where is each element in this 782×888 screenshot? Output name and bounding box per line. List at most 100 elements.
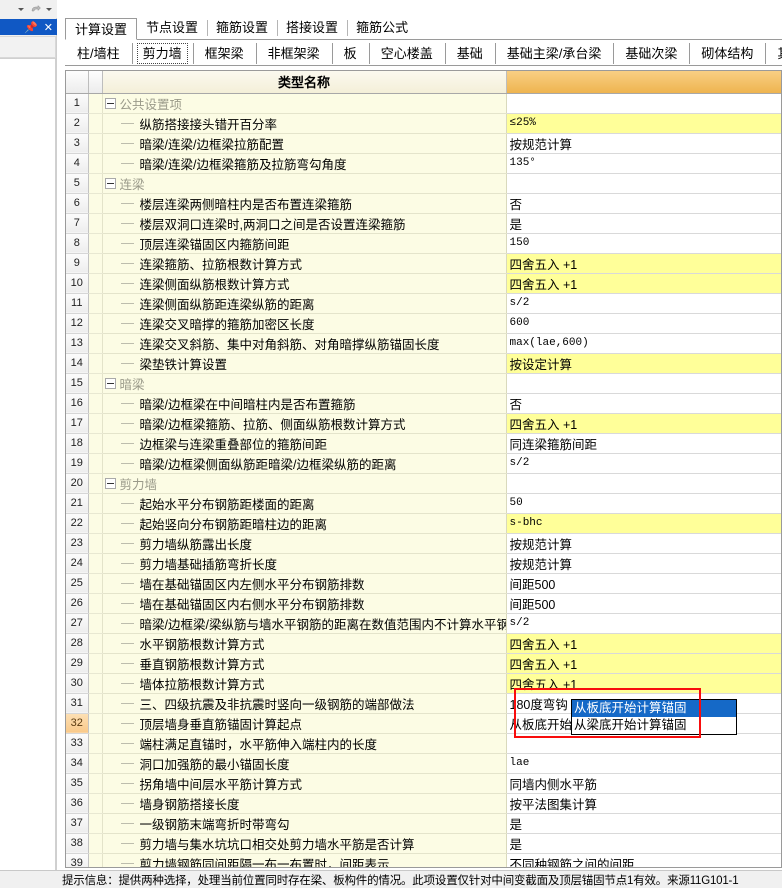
row-label-cell[interactable]: 连梁侧面纵筋距连梁纵筋的距离 [102, 293, 507, 314]
row-label-cell[interactable]: 顶层墙身垂直筋锚固计算起点 [102, 713, 507, 734]
tab-secondary-7[interactable]: 基础主梁/承台梁 [494, 41, 614, 66]
row-label-cell[interactable]: 剪力墙纵筋露出长度 [102, 533, 507, 554]
row-number[interactable]: 27 [66, 613, 89, 634]
row-label-cell[interactable]: 连梁 [102, 173, 507, 194]
row-number[interactable]: 12 [66, 313, 89, 334]
table-row[interactable]: 28 水平钢筋根数计算方式 四舍五入 +1 [66, 633, 781, 654]
row-label-cell[interactable]: 墙在基础锚固区内左侧水平分布钢筋排数 [102, 573, 507, 594]
table-row[interactable]: 6 楼层连梁两侧暗柱内是否布置连梁箍筋 否 [66, 193, 781, 214]
setting-value-cell[interactable]: 不同种钢筋之间的间距 [506, 853, 781, 867]
row-number[interactable]: 31 [66, 693, 89, 714]
row-number[interactable]: 23 [66, 533, 89, 554]
setting-value-cell[interactable]: 间距500 [506, 573, 781, 594]
table-row[interactable]: 9 连梁箍筋、拉筋根数计算方式 四舍五入 +1 [66, 253, 781, 274]
table-row[interactable]: 33 端柱满足直锚时，水平筋伸入端柱内的长度 [66, 733, 781, 754]
setting-value-cell[interactable]: 是 [506, 833, 781, 854]
table-row[interactable]: 7 楼层双洞口连梁时,两洞口之间是否设置连梁箍筋 是 [66, 213, 781, 234]
table-row[interactable]: 22 起始竖向分布钢筋距暗柱边的距离 s-bhc [66, 513, 781, 534]
row-label-cell[interactable]: 公共设置项 [102, 93, 507, 114]
table-row[interactable]: 37 一级钢筋末端弯折时带弯勾 是 [66, 813, 781, 834]
table-row[interactable]: 36 墙身钢筋搭接长度 按平法图集计算 [66, 793, 781, 814]
row-label-cell[interactable]: 连梁侧面纵筋根数计算方式 [102, 273, 507, 294]
tab-secondary-8[interactable]: 基础次梁 [613, 41, 689, 66]
setting-value-cell[interactable] [506, 373, 781, 394]
row-number[interactable]: 9 [66, 253, 89, 274]
setting-value-cell[interactable]: s-bhc [506, 513, 781, 534]
tab-primary-3[interactable]: 搭接设置 [277, 17, 347, 39]
row-number[interactable]: 4 [66, 153, 89, 174]
row-number[interactable]: 38 [66, 833, 89, 854]
row-label-cell[interactable]: 剪力墙与集水坑坑口相交处剪力墙水平筋是否计算 [102, 833, 507, 854]
setting-value-cell[interactable]: 135° [506, 153, 781, 174]
row-number[interactable]: 5 [66, 173, 89, 194]
row-label-cell[interactable]: 剪力墙 [102, 473, 507, 494]
row-number[interactable]: 15 [66, 373, 89, 394]
setting-value-cell[interactable]: 四舍五入 +1 [506, 653, 781, 674]
table-row[interactable]: 14 梁垫铁计算设置 按设定计算 [66, 353, 781, 374]
dropdown-option[interactable]: 从板底开始计算锚固 [572, 700, 736, 717]
row-number[interactable]: 1 [66, 93, 89, 114]
row-label-cell[interactable]: 起始水平分布钢筋距楼面的距离 [102, 493, 507, 514]
row-label-cell[interactable]: 暗梁/连梁/边框梁拉筋配置 [102, 133, 507, 154]
table-row[interactable]: 20 剪力墙 [66, 473, 781, 494]
setting-value-cell[interactable]: 同连梁箍筋间距 [506, 433, 781, 454]
row-label-cell[interactable]: 暗梁/边框梁箍筋、拉筋、侧面纵筋根数计算方式 [102, 413, 507, 434]
row-label-cell[interactable]: 三、四级抗震及非抗震时竖向一级钢筋的端部做法 [102, 693, 507, 714]
tab-secondary-4[interactable]: 板 [331, 41, 369, 66]
row-label-cell[interactable]: 暗梁/边框梁/梁纵筋与墙水平钢筋的距离在数值范围内不计算水平钢 [102, 613, 507, 634]
row-number[interactable]: 35 [66, 773, 89, 794]
row-number[interactable]: 14 [66, 353, 89, 374]
row-label-cell[interactable]: 连梁交叉斜筋、集中对角斜筋、对角暗撑纵筋锚固长度 [102, 333, 507, 354]
header-value[interactable] [506, 71, 781, 94]
row-label-cell[interactable]: 连梁交叉暗撑的箍筋加密区长度 [102, 313, 507, 334]
table-row[interactable]: 35 拐角墙中间层水平筋计算方式 同墙内侧水平筋 [66, 773, 781, 794]
row-number[interactable]: 3 [66, 133, 89, 154]
table-row[interactable]: 39 剪力墙钢筋同间距隔一布一布置时，间距表示 不同种钢筋之间的间距 [66, 853, 781, 867]
table-row[interactable]: 21 起始水平分布钢筋距楼面的距离 50 [66, 493, 781, 514]
row-number[interactable]: 26 [66, 593, 89, 614]
row-number[interactable]: 8 [66, 233, 89, 254]
row-number[interactable]: 28 [66, 633, 89, 654]
chevron-down-icon-2[interactable] [44, 4, 55, 15]
tab-secondary-5[interactable]: 空心楼盖 [368, 41, 445, 66]
tab-secondary-9[interactable]: 砌体结构 [689, 41, 765, 66]
anchor-start-dropdown-list[interactable]: 从板底开始计算锚固 从梁底开始计算锚固 [571, 699, 737, 735]
tab-primary-0[interactable]: 计算设置 [65, 18, 138, 40]
table-row[interactable]: 12 连梁交叉暗撑的箍筋加密区长度 600 [66, 313, 781, 334]
setting-value-cell[interactable]: 四舍五入 +1 [506, 253, 781, 274]
row-label-cell[interactable]: 垂直钢筋根数计算方式 [102, 653, 507, 674]
setting-value-cell[interactable]: s/2 [506, 453, 781, 474]
collapse-toggle-icon[interactable] [104, 377, 116, 389]
row-label-cell[interactable]: 端柱满足直锚时，水平筋伸入端柱内的长度 [102, 733, 507, 754]
tab-secondary-0[interactable]: 柱/墙柱 [65, 41, 132, 66]
redo-icon[interactable] [30, 4, 41, 15]
table-row[interactable]: 1 公共设置项 [66, 93, 781, 114]
tab-secondary-1[interactable]: 剪力墙 [131, 41, 193, 66]
row-number[interactable]: 22 [66, 513, 89, 534]
row-label-cell[interactable]: 边框梁与连梁重叠部位的箍筋间距 [102, 433, 507, 454]
setting-value-cell[interactable]: s/2 [506, 613, 781, 634]
row-label-cell[interactable]: 墙在基础锚固区内右侧水平分布钢筋排数 [102, 593, 507, 614]
table-row[interactable]: 23 剪力墙纵筋露出长度 按规范计算 [66, 533, 781, 554]
dropdown-option[interactable]: 从梁底开始计算锚固 [572, 717, 736, 734]
setting-value-cell[interactable] [506, 733, 781, 754]
row-number[interactable]: 10 [66, 273, 89, 294]
row-number[interactable]: 20 [66, 473, 89, 494]
table-row[interactable]: 27 暗梁/边框梁/梁纵筋与墙水平钢筋的距离在数值范围内不计算水平钢 s/2 [66, 613, 781, 634]
collapse-toggle-icon[interactable] [104, 177, 116, 189]
collapse-toggle-icon[interactable] [104, 477, 116, 489]
row-label-cell[interactable]: 暗梁 [102, 373, 507, 394]
row-number[interactable]: 2 [66, 113, 89, 134]
table-row[interactable]: 34 洞口加强筋的最小锚固长度 lae [66, 753, 781, 774]
setting-value-cell[interactable] [506, 93, 781, 114]
table-row[interactable]: 16 暗梁/边框梁在中间暗柱内是否布置箍筋 否 [66, 393, 781, 414]
collapse-toggle-icon[interactable] [104, 97, 116, 109]
row-label-cell[interactable]: 剪力墙基础插筋弯折长度 [102, 553, 507, 574]
table-row[interactable]: 38 剪力墙与集水坑坑口相交处剪力墙水平筋是否计算 是 [66, 833, 781, 854]
tab-secondary-2[interactable]: 框架梁 [192, 41, 256, 66]
row-label-cell[interactable]: 洞口加强筋的最小锚固长度 [102, 753, 507, 774]
setting-value-cell[interactable]: 间距500 [506, 593, 781, 614]
setting-value-cell[interactable]: ≤25% [506, 113, 781, 134]
row-number[interactable]: 37 [66, 813, 89, 834]
header-type-name[interactable]: 类型名称 [102, 71, 507, 94]
